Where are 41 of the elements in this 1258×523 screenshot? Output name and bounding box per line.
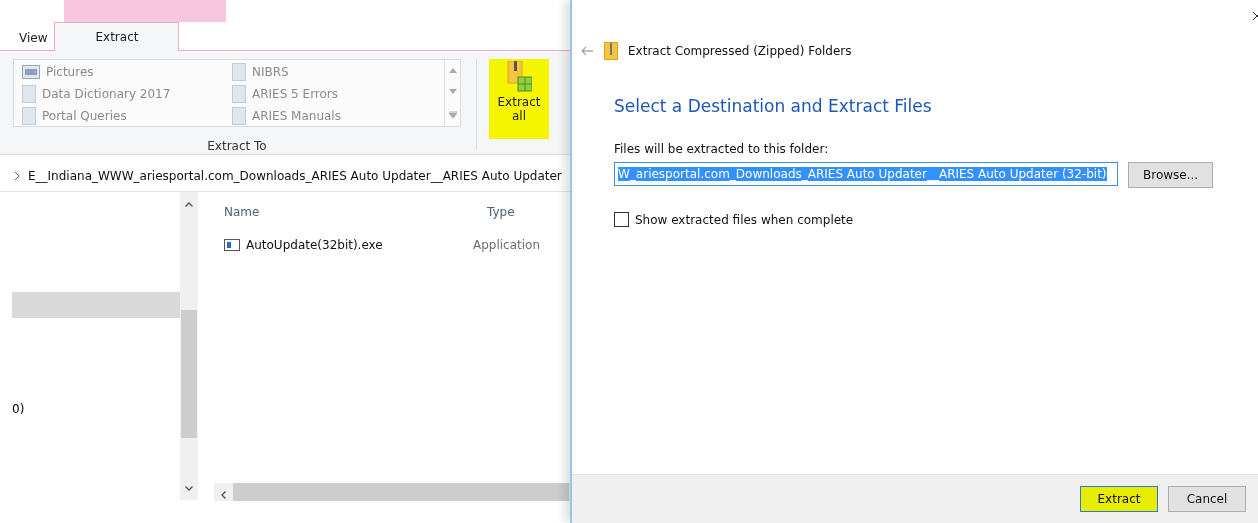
column-header[interactable]: Name: [206, 205, 469, 219]
document-icon: [232, 107, 246, 125]
chevron-left-icon[interactable]: [220, 491, 226, 499]
zip-folder-icon: [506, 61, 532, 93]
horizontal-scrollbar[interactable]: [214, 483, 570, 501]
navigation-item-text[interactable]: 0): [12, 402, 180, 416]
extract-all-button[interactable]: Extract all: [489, 59, 549, 139]
gallery-item[interactable]: Portal Queries: [42, 109, 127, 123]
application-icon: [224, 239, 240, 251]
picture-icon: [22, 65, 40, 79]
zip-folder-icon: [604, 42, 618, 60]
chevron-up-icon[interactable]: [185, 201, 193, 207]
gallery-item[interactable]: NIBRS: [252, 65, 289, 79]
gallery-item[interactable]: Pictures: [46, 65, 94, 79]
chevron-icon[interactable]: [14, 172, 20, 180]
scroll-up-icon[interactable]: [448, 68, 457, 74]
dialog-heading: Select a Destination and Extract Files: [614, 96, 933, 116]
browse-button[interactable]: Browse...: [1128, 162, 1214, 188]
gallery-item[interactable]: ARIES Manuals: [252, 109, 341, 123]
chevron-down-icon[interactable]: [185, 485, 193, 491]
document-icon: [232, 85, 246, 103]
column-header[interactable]: Type: [469, 205, 559, 219]
scroll-down-icon[interactable]: [448, 89, 457, 95]
ribbon-tab[interactable]: View: [12, 24, 55, 51]
dialog-title: Extract Compressed (Zipped) Folders: [628, 44, 852, 58]
address-path[interactable]: E__Indiana_WWW_ariesportal.com_Downloads_ARIES Auto Updater__ARIES Auto Updater: [28, 169, 562, 183]
group-label: Extract To: [207, 139, 267, 153]
document-icon: [232, 63, 246, 81]
expand-icon[interactable]: [448, 110, 457, 118]
vertical-scrollbar[interactable]: [180, 192, 198, 500]
document-icon: [22, 85, 36, 103]
checkbox[interactable]: [614, 212, 629, 227]
dialog-button[interactable]: Cancel: [1168, 486, 1246, 512]
file-type: Application: [472, 238, 542, 252]
dialog-button[interactable]: Extract: [1080, 486, 1158, 512]
document-icon: [22, 107, 36, 125]
back-arrow-icon[interactable]: [580, 46, 594, 56]
checkbox-label[interactable]: Show extracted files when complete: [635, 212, 854, 227]
ribbon-tab[interactable]: Extract: [54, 22, 180, 51]
field-label: Files will be extracted to this folder:: [614, 142, 830, 156]
file-name[interactable]: AutoUpdate(32bit).exe: [206, 238, 469, 252]
